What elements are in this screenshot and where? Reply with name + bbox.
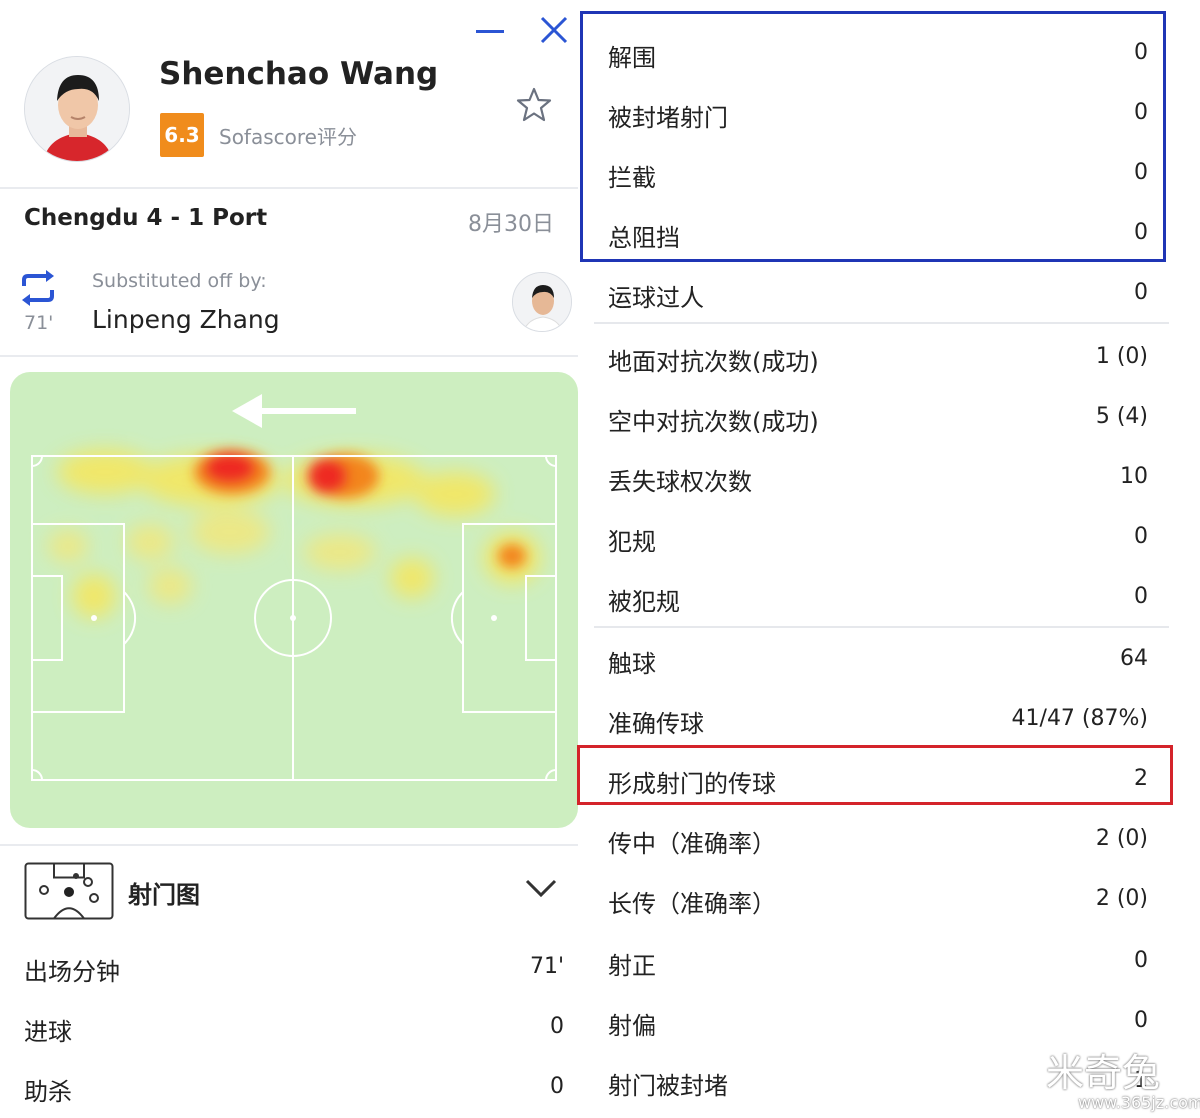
stat-row-shots-off-target: 射偏 0 [580,994,1180,1044]
heatmap-pitch [10,372,578,828]
stat-row-was-fouled: 被犯规 0 [580,570,1180,620]
close-icon[interactable] [538,14,570,46]
rating-badge: 6.3 [160,113,204,157]
stat-row-assists: 助杀 0 [0,1062,580,1112]
stats-panel: 解围 0 被封堵射门 0 拦截 0 总阻挡 0 运球过人 0 地面对抗次数(成功… [577,0,1200,1118]
stat-value: 0 [1134,280,1148,305]
stat-row-ground-duels: 地面对抗次数(成功) 1 (0) [580,330,1180,380]
stat-value: 0 [1134,40,1148,65]
stat-row-dribbled-past: 运球过人 0 [580,266,1180,316]
stat-value: 2 [1134,766,1148,791]
stat-label: 被犯规 [608,588,680,616]
stat-label: 长传（准确率） [608,890,776,918]
stat-label: 形成射门的传球 [608,770,776,798]
stat-value: 0 [550,1014,564,1039]
stat-value: 71' [529,954,564,979]
stat-value: 10 [1120,464,1148,489]
stat-label: 出场分钟 [24,958,120,986]
stat-label: 犯规 [608,528,656,556]
stat-value: 5 (4) [1095,404,1148,429]
stat-value: 0 [550,1074,564,1099]
rating-label: Sofascore评分 [219,125,357,149]
substitute-player-avatar[interactable] [512,272,572,332]
player-avatar [24,56,130,162]
divider [594,626,1169,628]
watermark-url: www.365jz.com [1078,1093,1200,1112]
stat-value: 0 [1134,1008,1148,1033]
stat-label: 助杀 [24,1078,72,1106]
shotmap-label: 射门图 [128,881,200,909]
player-name: Shenchao Wang [159,56,439,92]
stat-value: 2 (0) [1095,826,1148,851]
stat-label: 丢失球权次数 [608,468,752,496]
stat-row-blocked-shots: 被封堵射门 0 [580,86,1180,136]
shotmap-icon [24,862,114,920]
stat-row-crosses: 传中（准确率） 2 (0) [580,812,1180,862]
stat-row-long-balls: 长传（准确率） 2 (0) [580,872,1180,922]
substitution-minute: 71' [24,312,54,334]
stat-row-touches: 触球 64 [580,632,1180,682]
player-panel: Shenchao Wang 6.3 Sofascore评分 Chengdu 4 … [0,0,580,1118]
stat-row-minutes: 出场分钟 71' [0,942,580,992]
minimize-icon[interactable] [476,14,504,42]
stat-value: 0 [1134,948,1148,973]
stat-row-aerial-duels: 空中对抗次数(成功) 5 (4) [580,390,1180,440]
stat-label: 运球过人 [608,284,704,312]
stat-label: 地面对抗次数(成功) [608,348,819,376]
stat-row-clearances: 解围 0 [580,26,1180,76]
divider [594,322,1169,324]
stat-row-key-passes: 形成射门的传球 2 [580,752,1180,802]
stat-value: 64 [1120,646,1148,671]
stat-row-accurate-passes: 准确传球 41/47 (87%) [580,692,1180,742]
stat-row-fouls: 犯规 0 [580,510,1180,560]
stat-value: 0 [1134,220,1148,245]
stat-row-interceptions: 拦截 0 [580,146,1180,196]
stat-row-possession-lost: 丢失球权次数 10 [580,450,1180,500]
substitute-player-name[interactable]: Linpeng Zhang [92,305,280,334]
stat-label: 总阻挡 [608,224,680,252]
stat-label: 被封堵射门 [608,104,728,132]
stat-value: 0 [1134,524,1148,549]
substitution-caption: Substituted off by: [92,270,267,292]
stat-label: 进球 [24,1018,72,1046]
stat-label: 射正 [608,952,656,980]
stat-value: 0 [1134,100,1148,125]
shotmap-toggle[interactable]: 射门图 [0,850,580,932]
stat-label: 射门被封堵 [608,1072,728,1100]
divider [0,844,578,846]
divider [0,355,578,357]
watermark-text: 米奇兔 [1046,1051,1161,1095]
stat-value: 41/47 (87%) [1011,706,1148,731]
stat-row-shots-on-target: 射正 0 [580,934,1180,984]
stat-value: 0 [1134,584,1148,609]
stat-row-total-blocks: 总阻挡 0 [580,206,1180,256]
stat-value: 1 (0) [1095,344,1148,369]
match-date: 8月30日 [468,212,554,237]
divider [0,187,578,189]
star-icon[interactable] [515,86,553,124]
chevron-down-icon[interactable] [524,876,558,900]
stat-row-goals: 进球 0 [0,1002,580,1052]
substitution-icon [18,270,58,306]
stat-label: 射偏 [608,1012,656,1040]
stat-label: 空中对抗次数(成功) [608,408,819,436]
match-score[interactable]: Chengdu 4 - 1 Port [24,205,267,231]
stat-label: 传中（准确率） [608,830,776,858]
stat-label: 拦截 [608,164,656,192]
stat-value: 0 [1134,160,1148,185]
stat-label: 解围 [608,44,656,72]
stat-label: 触球 [608,650,656,678]
stat-label: 准确传球 [608,710,704,738]
stat-value: 2 (0) [1095,886,1148,911]
arrow-left-icon [232,394,356,428]
